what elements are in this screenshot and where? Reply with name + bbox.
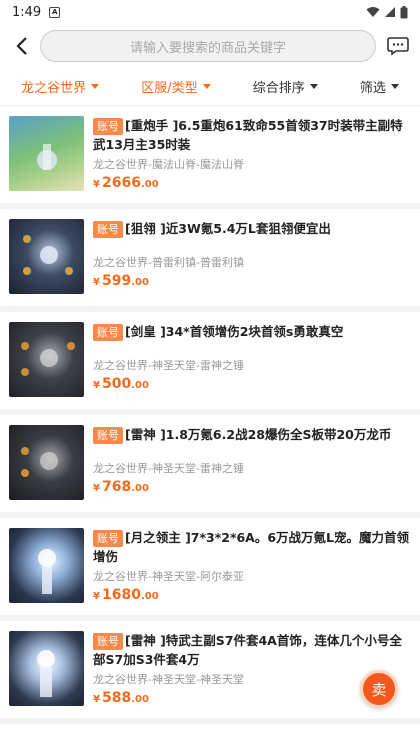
back-arrow-icon (16, 37, 27, 55)
filter-bar: 龙之谷世界 区服/类型 综合排序 筛选 (0, 68, 420, 106)
product-price: ¥768.00 (93, 479, 149, 495)
product-title: 账号 [剑皇 ]34*首领增伤2块首领s勇敢真空 (93, 322, 410, 341)
filter-server-type[interactable]: 区服/类型 (141, 77, 211, 96)
product-server: 龙之谷世界-普雷利镇-普雷利镇 (93, 256, 244, 269)
list-item[interactable]: 账号 [重炮手 ]6.5重炮61致命55首领37时装带主副特武13月主35时装 龙… (0, 106, 420, 209)
product-price: ¥2666.00 (93, 175, 159, 191)
product-thumbnail (9, 528, 84, 603)
product-thumbnail (9, 322, 84, 397)
chevron-down-icon (390, 84, 399, 89)
product-title: 账号 [雷神 ]特武主副S7件套4A首饰，连体几个小号全部S7加S3件套4万 (93, 633, 402, 667)
product-thumbnail (9, 425, 84, 500)
chevron-down-icon (309, 84, 318, 89)
product-title: 账号 [月之领主 ]7*3*2*6A。6万战万氪L宠。魔力首领增伤 (93, 530, 410, 564)
product-title: 账号 [狙翎 ]近3W氪5.4万L套狙翎便宜出 (93, 219, 410, 238)
chevron-down-icon (91, 84, 100, 89)
message-button[interactable] (384, 30, 412, 62)
product-price: ¥599.00 (93, 273, 149, 289)
account-tag: 账号 (93, 118, 123, 135)
filter-game[interactable]: 龙之谷世界 (21, 77, 100, 96)
filter-game-label: 龙之谷世界 (21, 81, 87, 96)
top-bar: 请输入要搜索的商品关键字 (0, 24, 420, 68)
product-thumbnail (9, 116, 84, 191)
filter-server-type-label: 区服/类型 (141, 81, 198, 96)
list-item[interactable]: 账号 [月之领主 ]7*3*2*6A。6万战万氪L宠。魔力首领增伤 龙之谷世界-神… (0, 518, 420, 621)
list-item[interactable]: 账号 [雷神 ]特武主副S7件套4A首饰，连体几个小号全部S7加S3件套4万 龙之… (0, 621, 420, 724)
filter-sort[interactable]: 综合排序 (253, 77, 318, 96)
status-time: 1:49 (12, 4, 42, 20)
list-item[interactable]: 账号 [狙翎 ]近3W氪5.4万L套狙翎便宜出 龙之谷世界-普雷利镇-普雷利镇 ¥… (0, 209, 420, 312)
chat-icon (387, 37, 409, 56)
product-thumbnail (9, 219, 84, 294)
list-item[interactable]: 账号 [雷神 ]1.8万氪6.2战28爆伤全S板带20万龙币 龙之谷世界-神圣天堂… (0, 415, 420, 518)
account-tag: 账号 (93, 427, 123, 444)
filter-more-label: 筛选 (359, 81, 386, 96)
product-title: 账号 [重炮手 ]6.5重炮61致命55首领37时装带主副特武13月主35时装 (93, 118, 403, 152)
battery-icon (400, 5, 408, 18)
signal-icon (385, 7, 395, 17)
product-server: 龙之谷世界-神圣天堂-阿尔泰亚 (93, 570, 244, 583)
account-tag: 账号 (93, 221, 123, 238)
account-tag: 账号 (93, 324, 123, 341)
list-item[interactable]: 账号 [剑皇 ]34*首领增伤2块首领s勇敢真空 龙之谷世界-神圣天堂-雷神之锤 … (0, 312, 420, 415)
product-server: 龙之谷世界-神圣天堂-雷神之锤 (93, 359, 244, 372)
back-button[interactable] (8, 30, 36, 62)
product-price: ¥500.00 (93, 376, 149, 392)
sell-button[interactable]: 卖 (360, 670, 398, 708)
product-server: 龙之谷世界-魔法山脊-魔法山脊 (93, 158, 244, 171)
account-tag: 账号 (93, 633, 123, 650)
product-price: ¥1680.00 (93, 587, 159, 603)
product-server: 龙之谷世界-神圣天堂-雷神之锤 (93, 462, 244, 475)
notification-icon: A (49, 6, 61, 18)
wifi-icon (366, 7, 380, 17)
status-icons (366, 5, 408, 19)
account-tag: 账号 (93, 530, 123, 547)
filter-more[interactable]: 筛选 (360, 77, 399, 96)
product-thumbnail (9, 631, 84, 706)
filter-sort-label: 综合排序 (252, 81, 305, 96)
product-list: 账号 [重炮手 ]6.5重炮61致命55首领37时装带主副特武13月主35时装 龙… (0, 106, 420, 724)
status-bar: 1:49 A (0, 0, 420, 24)
product-title: 账号 [雷神 ]1.8万氪6.2战28爆伤全S板带20万龙币 (93, 425, 410, 444)
chevron-down-icon (202, 84, 211, 89)
search-input[interactable]: 请输入要搜索的商品关键字 (40, 30, 376, 62)
